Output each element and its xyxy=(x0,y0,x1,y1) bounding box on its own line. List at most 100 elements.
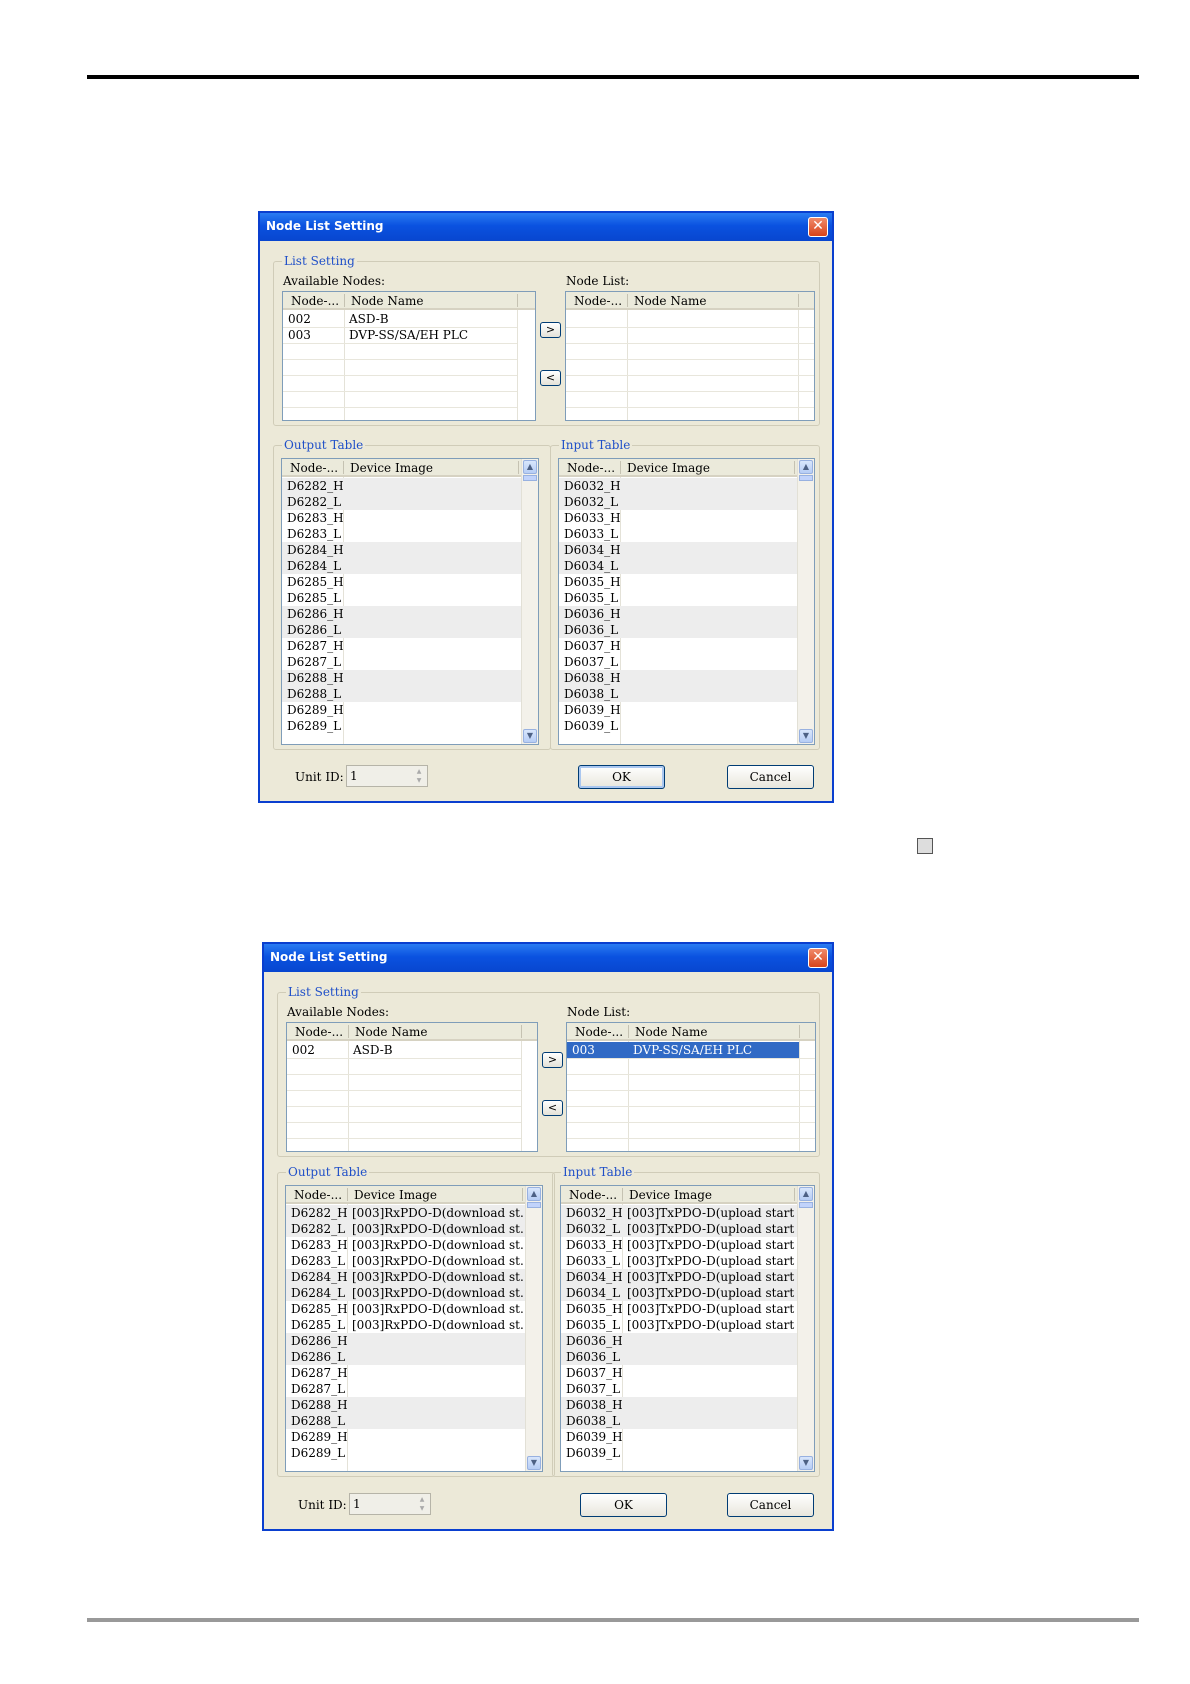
spin-down-icon[interactable]: ▼ xyxy=(412,776,426,785)
title-bar[interactable]: Node List Setting ✕ xyxy=(264,944,832,972)
table-row[interactable]: D6286_H xyxy=(286,1333,526,1349)
col-node-header[interactable]: Node-... xyxy=(575,1025,623,1039)
spin-up-icon[interactable]: ▲ xyxy=(415,1495,429,1504)
table-row[interactable]: D6284_L [003]RxPDO-D(download st... xyxy=(286,1285,531,1301)
scroll-up-icon[interactable]: ▲ xyxy=(799,460,813,474)
col-image-header[interactable]: Device Image xyxy=(629,1188,712,1202)
table-row[interactable]: D6035_L [003]TxPDO-D(upload start ... xyxy=(561,1317,809,1333)
table-row[interactable]: D6037_H xyxy=(559,638,798,654)
table-row[interactable]: D6036_H xyxy=(559,606,798,622)
table-row[interactable]: D6039_H xyxy=(559,702,798,718)
table-row[interactable]: D6032_H xyxy=(559,478,798,494)
table-row[interactable]: D6282_H xyxy=(282,478,522,494)
table-row[interactable]: D6034_H [003]TxPDO-D(upload start ... xyxy=(561,1269,809,1285)
move-right-button[interactable]: > xyxy=(540,322,561,338)
table-row[interactable]: D6283_H [003]RxPDO-D(download st... xyxy=(286,1237,531,1253)
list-item-selected[interactable]: 003 DVP-SS/SA/EH PLC xyxy=(567,1042,799,1058)
spin-up-icon[interactable]: ▲ xyxy=(412,767,426,776)
table-row[interactable]: D6038_H xyxy=(561,1397,798,1413)
table-row[interactable]: D6034_L [003]TxPDO-D(upload start ... xyxy=(561,1285,809,1301)
vertical-scrollbar[interactable]: ▲ ▼ xyxy=(797,1186,814,1471)
scroll-thumb[interactable] xyxy=(799,1202,813,1208)
table-row[interactable]: D6288_H xyxy=(282,670,522,686)
scroll-down-icon[interactable]: ▼ xyxy=(799,729,813,743)
table-row[interactable]: D6033_H [003]TxPDO-D(upload start ... xyxy=(561,1237,809,1253)
table-row[interactable]: D6283_L [003]RxPDO-D(download st... xyxy=(286,1253,531,1269)
table-row[interactable]: D6035_L xyxy=(559,590,798,606)
col-node-header[interactable]: Node-... xyxy=(295,1025,343,1039)
input-table-list[interactable]: Node-... Device Image D6032_H [003]TxPDO-… xyxy=(560,1185,815,1472)
table-row[interactable]: D6282_L [003]RxPDO-D(download st... xyxy=(286,1221,531,1237)
list-item[interactable]: 002 ASD-B xyxy=(283,311,517,327)
vertical-scrollbar[interactable]: ▲ ▼ xyxy=(525,1186,542,1471)
close-icon[interactable]: ✕ xyxy=(808,948,828,968)
move-left-button[interactable]: < xyxy=(542,1100,563,1116)
col-image-header[interactable]: Device Image xyxy=(350,461,433,475)
title-bar[interactable]: Node List Setting ✕ xyxy=(260,213,832,241)
table-row[interactable]: D6285_L [003]RxPDO-D(download st... xyxy=(286,1317,531,1333)
table-row[interactable]: D6036_L xyxy=(561,1349,798,1365)
table-row[interactable]: D6287_L xyxy=(282,654,522,670)
col-name-header[interactable]: Node Name xyxy=(635,1025,707,1039)
col-node-header[interactable]: Node-... xyxy=(569,1188,617,1202)
col-name-header[interactable]: Node Name xyxy=(634,294,706,308)
vertical-scrollbar[interactable]: ▲ ▼ xyxy=(521,459,538,744)
close-icon[interactable]: ✕ xyxy=(808,217,828,237)
vertical-scrollbar[interactable]: ▲ ▼ xyxy=(797,459,814,744)
available-nodes-list[interactable]: Node-... Node Name 002 ASD-B xyxy=(286,1022,538,1152)
cancel-button[interactable]: Cancel xyxy=(727,1493,814,1517)
col-node-header[interactable]: Node-... xyxy=(567,461,615,475)
table-row[interactable]: D6035_H [003]TxPDO-D(upload start ... xyxy=(561,1301,809,1317)
available-nodes-list[interactable]: Node-... Node Name 002 ASD-B 003 DVP-SS/… xyxy=(282,291,536,421)
col-node-header[interactable]: Node-... xyxy=(574,294,622,308)
table-row[interactable]: D6039_L xyxy=(561,1445,798,1461)
table-row[interactable]: D6038_H xyxy=(559,670,798,686)
table-row[interactable]: D6282_H [003]RxPDO-D(download st... xyxy=(286,1205,531,1221)
table-row[interactable]: D6032_L [003]TxPDO-D(upload start ... xyxy=(561,1221,809,1237)
col-node-header[interactable]: Node-... xyxy=(294,1188,342,1202)
ok-button[interactable]: OK xyxy=(580,1493,667,1517)
output-table-list[interactable]: Node-... Device Image D6282_H [003]RxPDO-… xyxy=(285,1185,543,1472)
scroll-up-icon[interactable]: ▲ xyxy=(527,1187,541,1201)
table-row[interactable]: D6038_L xyxy=(559,686,798,702)
table-row[interactable]: D6037_L xyxy=(561,1381,798,1397)
table-row[interactable]: D6036_L xyxy=(559,622,798,638)
col-node-header[interactable]: Node-... xyxy=(291,294,339,308)
list-item[interactable]: 003 DVP-SS/SA/EH PLC xyxy=(283,327,517,343)
col-name-header[interactable]: Node Name xyxy=(351,294,423,308)
move-right-button[interactable]: > xyxy=(542,1052,563,1068)
output-table-list[interactable]: Node-... Device Image D6282_H D6282_L D6… xyxy=(281,458,539,745)
table-row[interactable]: D6285_H xyxy=(282,574,522,590)
table-row[interactable]: D6037_L xyxy=(559,654,798,670)
col-image-header[interactable]: Device Image xyxy=(627,461,710,475)
table-row[interactable]: D6035_H xyxy=(559,574,798,590)
col-image-header[interactable]: Device Image xyxy=(354,1188,437,1202)
table-row[interactable]: D6033_L [003]TxPDO-D(upload start ... xyxy=(561,1253,809,1269)
ok-button[interactable]: OK xyxy=(578,765,665,789)
scroll-down-icon[interactable]: ▼ xyxy=(799,1456,813,1470)
table-row[interactable]: D6036_H xyxy=(561,1333,798,1349)
table-row[interactable]: D6286_H xyxy=(282,606,522,622)
table-row[interactable]: D6038_L xyxy=(561,1413,798,1429)
table-row[interactable]: D6285_H [003]RxPDO-D(download st... xyxy=(286,1301,531,1317)
node-list[interactable]: Node-... Node Name xyxy=(565,291,815,421)
table-row[interactable]: D6287_H xyxy=(282,638,522,654)
table-row[interactable]: D6286_L xyxy=(286,1349,526,1365)
table-row[interactable]: D6283_L xyxy=(282,526,522,542)
col-name-header[interactable]: Node Name xyxy=(355,1025,427,1039)
scroll-up-icon[interactable]: ▲ xyxy=(523,460,537,474)
table-row[interactable]: D6289_H xyxy=(286,1429,526,1445)
table-row[interactable]: D6034_L xyxy=(559,558,798,574)
table-row[interactable]: D6287_L xyxy=(286,1381,526,1397)
table-row[interactable]: D6033_L xyxy=(559,526,798,542)
table-row[interactable]: D6285_L xyxy=(282,590,522,606)
table-row[interactable]: D6283_H xyxy=(282,510,522,526)
table-row[interactable]: D6288_H xyxy=(286,1397,526,1413)
table-row[interactable]: D6032_L xyxy=(559,494,798,510)
table-row[interactable]: D6289_H xyxy=(282,702,522,718)
spin-down-icon[interactable]: ▼ xyxy=(415,1504,429,1513)
table-row[interactable]: D6034_H xyxy=(559,542,798,558)
table-row[interactable]: D6032_H [003]TxPDO-D(upload start ... xyxy=(561,1205,809,1221)
scroll-down-icon[interactable]: ▼ xyxy=(527,1456,541,1470)
table-row[interactable]: D6288_L xyxy=(286,1413,526,1429)
